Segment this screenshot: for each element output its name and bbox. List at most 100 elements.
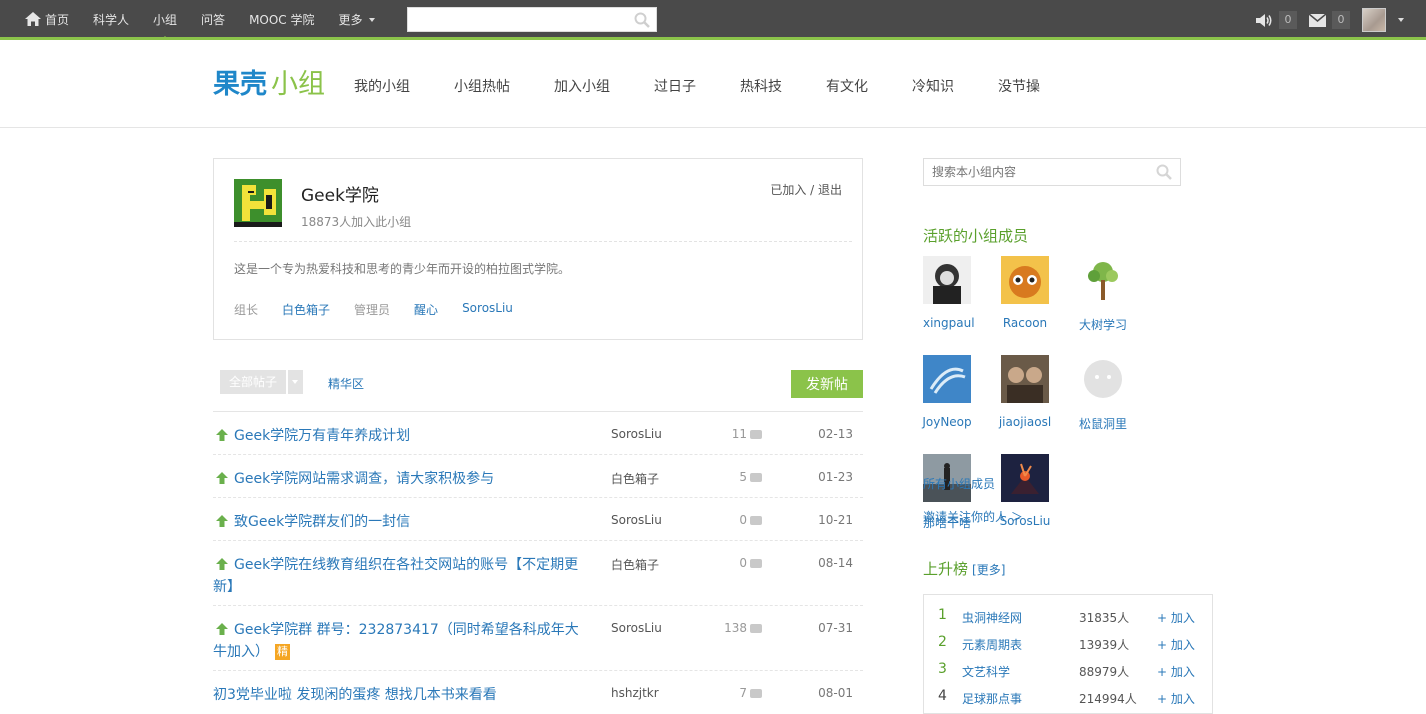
post-title[interactable]: 致Geek学院群友们的一封信 bbox=[213, 511, 583, 533]
post-title-text: Geek学院群 群号：232873417（同时希望各科成年大牛加入） bbox=[213, 622, 579, 660]
mail-count[interactable]: 0 bbox=[1332, 11, 1350, 29]
member-avatar[interactable] bbox=[1079, 355, 1127, 403]
group-nav-hot-posts[interactable]: 小组热帖 bbox=[454, 76, 510, 96]
rank-group-name[interactable]: 文艺科学 bbox=[962, 663, 1010, 680]
group-nav-living[interactable]: 过日子 bbox=[654, 76, 696, 96]
list-item[interactable]: xingpaul bbox=[923, 256, 1001, 355]
top-nav-more-label: 更多 bbox=[338, 13, 363, 27]
post-date: 07-31 bbox=[818, 621, 853, 635]
post-author[interactable]: SorosLiu bbox=[611, 427, 662, 441]
chevron-down-icon[interactable] bbox=[1398, 18, 1404, 22]
group-nav-my-groups[interactable]: 我的小组 bbox=[354, 76, 410, 96]
group-nav-fun[interactable]: 没节操 bbox=[998, 76, 1040, 96]
post-author[interactable]: hshzjtkr bbox=[611, 686, 659, 700]
group-search-input[interactable] bbox=[924, 159, 1149, 185]
rising-more-link[interactable]: [更多] bbox=[972, 563, 1005, 577]
group-description: 这是一个专为热爱科技和思考的青少年而开设的柏拉图式学院。 bbox=[234, 262, 571, 276]
top-nav-more[interactable]: 更多 bbox=[327, 0, 387, 40]
rank-number: 3 bbox=[938, 661, 947, 677]
member-avatar[interactable] bbox=[1001, 454, 1049, 502]
member-name[interactable]: Racoon bbox=[995, 316, 1055, 330]
member-avatar[interactable] bbox=[923, 256, 971, 304]
rank-group-name[interactable]: 足球那点事 bbox=[962, 690, 1022, 707]
group-nav-culture[interactable]: 有文化 bbox=[826, 76, 868, 96]
table-row: Geek学院网站需求调查，请大家积极参与 白色箱子 5 01-23 bbox=[213, 454, 863, 497]
list-item[interactable]: Racoon bbox=[1001, 256, 1079, 355]
speaker-icon[interactable] bbox=[1256, 13, 1273, 28]
admin-link[interactable]: SorosLiu bbox=[462, 301, 513, 318]
post-title[interactable]: Geek学院万有青年养成计划 bbox=[213, 425, 583, 447]
rising-list: 1 虫洞神经网 31835人 + 加入 2 元素周期表 13939人 + 加入 … bbox=[923, 594, 1213, 714]
post-date: 08-01 bbox=[818, 686, 853, 700]
post-title[interactable]: 初3党毕业啦 发现闲的蛋疼 想找几本书来看看 bbox=[213, 684, 583, 706]
post-title-text: Geek学院在线教育组织在各社交网站的账号【不定期更新】 bbox=[213, 557, 579, 595]
list-item[interactable]: JoyNeop bbox=[922, 355, 1001, 454]
join-status-link[interactable]: 已加入 / 退出 bbox=[770, 181, 842, 198]
all-members-link[interactable]: 所有小组成员 bbox=[923, 475, 995, 492]
member-name[interactable]: 大树学习 bbox=[1073, 316, 1133, 333]
join-group-button[interactable]: + 加入 bbox=[1157, 609, 1195, 626]
reply-count-value: 0 bbox=[739, 513, 747, 527]
rank-group-name[interactable]: 虫洞神经网 bbox=[962, 609, 1022, 626]
global-search-input[interactable] bbox=[408, 8, 628, 31]
leader-link[interactable]: 白色箱子 bbox=[282, 301, 330, 318]
post-author[interactable]: 白色箱子 bbox=[611, 556, 659, 573]
new-post-button[interactable]: 发新帖 bbox=[791, 370, 863, 398]
top-nav-kexueren[interactable]: 科学人 bbox=[81, 0, 141, 40]
filter-all-posts-button[interactable]: 全部帖子 bbox=[220, 370, 287, 394]
post-author[interactable]: 白色箱子 bbox=[611, 470, 659, 487]
top-nav-home[interactable]: 首页 bbox=[0, 0, 81, 40]
top-nav-ask[interactable]: 问答 bbox=[189, 0, 237, 40]
search-icon[interactable] bbox=[634, 12, 650, 28]
search-icon[interactable] bbox=[1156, 164, 1172, 180]
global-search bbox=[407, 7, 657, 32]
comment-icon bbox=[750, 619, 762, 633]
post-author[interactable]: SorosLiu bbox=[611, 621, 662, 635]
group-search bbox=[923, 158, 1181, 186]
post-title[interactable]: Geek学院网站需求调查，请大家积极参与 bbox=[213, 468, 583, 490]
list-item[interactable]: 那啥干啥 bbox=[923, 454, 1001, 553]
elite-badge: 精 bbox=[275, 644, 290, 660]
pinned-up-arrow-icon bbox=[216, 558, 228, 570]
avatar[interactable] bbox=[1362, 8, 1386, 32]
join-group-button[interactable]: + 加入 bbox=[1157, 636, 1195, 653]
admin-link[interactable]: 醒心 bbox=[414, 301, 438, 318]
elite-section-link[interactable]: 精华区 bbox=[328, 375, 364, 392]
comment-icon bbox=[750, 468, 762, 482]
invite-followers-link[interactable]: 邀请关注你的人 ＞ bbox=[923, 508, 1023, 525]
member-avatar[interactable] bbox=[923, 355, 971, 403]
logo[interactable]: 果壳 小组 bbox=[213, 65, 325, 105]
member-avatar[interactable] bbox=[1001, 355, 1049, 403]
member-avatar[interactable] bbox=[1079, 256, 1127, 304]
rising-title: 上升榜 [更多] bbox=[923, 558, 1005, 579]
top-nav-group[interactable]: 小组 bbox=[141, 0, 189, 40]
post-title[interactable]: Geek学院群 群号：232873417（同时希望各科成年大牛加入）精 bbox=[213, 619, 583, 663]
group-nav-tech[interactable]: 热科技 bbox=[740, 76, 782, 96]
list-item[interactable]: 松鼠洞里 bbox=[1079, 355, 1157, 454]
member-name[interactable]: jiaojiaosl bbox=[995, 415, 1055, 429]
mail-icon[interactable] bbox=[1309, 13, 1326, 27]
notification-count[interactable]: 0 bbox=[1279, 11, 1297, 29]
group-nav-trivia[interactable]: 冷知识 bbox=[912, 76, 954, 96]
list-item[interactable]: 大树学习 bbox=[1079, 256, 1157, 355]
join-group-button[interactable]: + 加入 bbox=[1157, 690, 1195, 707]
list-item: 3 文艺科学 88979人 + 加入 bbox=[924, 657, 1212, 684]
join-group-button[interactable]: + 加入 bbox=[1157, 663, 1195, 680]
top-nav-home-label: 首页 bbox=[45, 13, 70, 27]
post-author[interactable]: SorosLiu bbox=[611, 513, 662, 527]
post-reply-count: 138 bbox=[724, 619, 762, 635]
filter-dropdown-toggle[interactable] bbox=[288, 370, 304, 394]
member-name[interactable]: JoyNeop bbox=[917, 415, 977, 429]
rank-group-name[interactable]: 元素周期表 bbox=[962, 636, 1022, 653]
group-nav-join-group[interactable]: 加入小组 bbox=[554, 76, 610, 96]
top-nav-mooc[interactable]: MOOC 学院 bbox=[237, 0, 326, 40]
list-item[interactable]: SorosLiu bbox=[1000, 454, 1079, 553]
list-item[interactable]: jiaojiaosl bbox=[999, 355, 1079, 454]
table-row: 初3党毕业啦 发现闲的蛋疼 想找几本书来看看 hshzjtkr 7 08-01 bbox=[213, 670, 863, 713]
group-name: Geek学院 bbox=[301, 186, 379, 206]
comment-icon bbox=[750, 554, 762, 568]
member-avatar[interactable] bbox=[1001, 256, 1049, 304]
member-name[interactable]: xingpaul bbox=[923, 316, 983, 330]
member-name[interactable]: 松鼠洞里 bbox=[1073, 415, 1133, 432]
post-title[interactable]: Geek学院在线教育组织在各社交网站的账号【不定期更新】 bbox=[213, 554, 583, 598]
